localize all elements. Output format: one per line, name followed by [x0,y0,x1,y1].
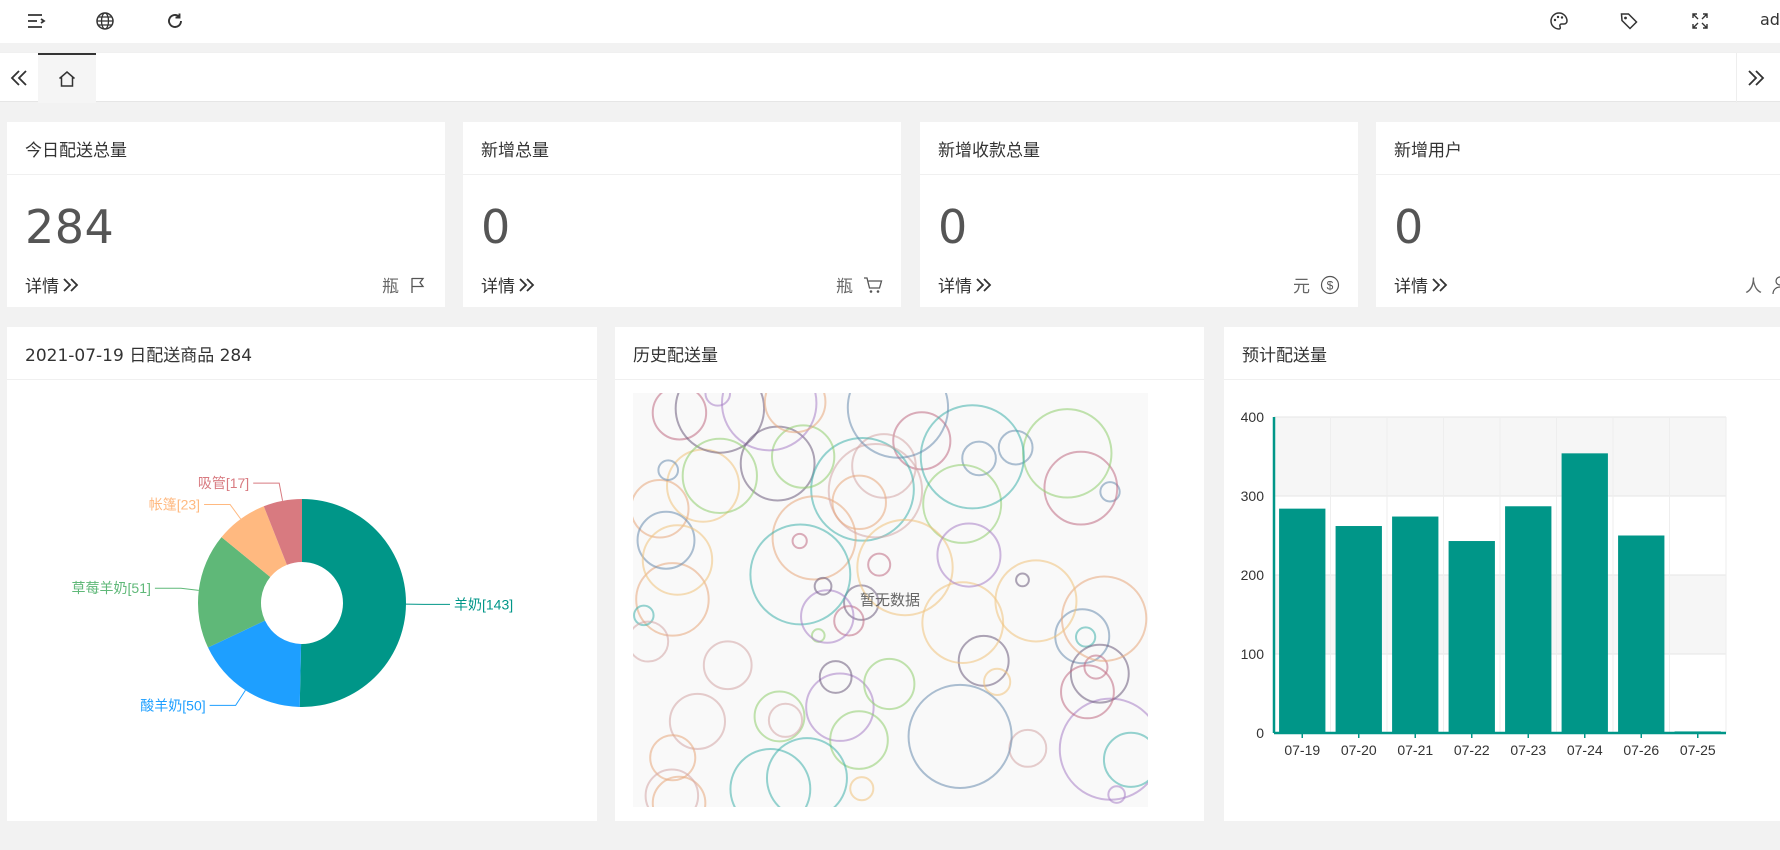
menu-icon[interactable] [23,8,49,34]
x-tick-label: 07-25 [1680,742,1716,758]
double-chevron-right-icon [976,277,992,292]
home-icon [59,71,75,87]
pie-slice-label: 酸羊奶[50] [140,697,205,713]
stat-value: 0 [938,200,968,254]
pie-slice [299,499,406,707]
pie-slice-label: 羊奶[143] [454,596,513,612]
bar [1448,541,1495,733]
empty-data-text: 暂无数据 [860,591,920,609]
panel-title: 历史配送量 [615,327,1204,380]
stat-unit: 元 $ [1293,272,1340,297]
bar-chart-body: 0 100 200 300 400 07-19 07-20 07-21 07-22 07-23 07… [1224,381,1780,821]
tab-home[interactable] [38,53,96,103]
stat-unit: 瓶 [836,272,883,297]
unit-label: 瓶 [836,277,853,297]
tabs-bar [0,52,1780,103]
y-tick-label: 100 [1241,646,1265,662]
bar [1279,508,1326,733]
y-tick-label: 200 [1241,567,1265,583]
tag-icon[interactable] [1616,8,1642,34]
palette-icon[interactable] [1546,8,1572,34]
x-tick-label: 07-23 [1510,742,1546,758]
pie-slice-label: 吸管[17] [198,475,249,491]
dollar-icon: $ [1320,275,1340,294]
details-label: 详情 [1394,277,1428,297]
globe-icon[interactable] [92,8,118,34]
card-title: 今日配送总量 [7,122,445,175]
stat-value: 0 [1394,200,1424,254]
panel-title: 2021-07-19 日配送商品 284 [7,327,597,380]
stat-card-new-total: 新增总量 0 详情 瓶 [463,122,901,307]
y-tick-label: 0 [1256,725,1264,741]
pie-slice-label: 草莓羊奶[51] [72,580,151,596]
panel-title: 预计配送量 [1224,327,1780,380]
stat-card-today-delivery: 今日配送总量 284 详情 瓶 [7,122,445,307]
double-chevron-right-icon [519,277,535,292]
history-chart-body: 暂无数据 [615,381,1204,821]
double-chevron-right-icon [63,277,79,292]
unit-label: 元 [1293,277,1310,297]
pie-chart: 羊奶[143] 酸羊奶[50] 草莓羊奶[51] 帐篷[23] 吸管[17] [72,475,514,713]
unit-label: 人 [1745,277,1762,297]
stat-value: 0 [481,200,511,254]
pie-label-line [154,587,199,591]
user-icon [1772,275,1780,294]
y-tick-label: 400 [1241,409,1265,425]
details-link[interactable]: 详情 [1394,272,1449,297]
svg-text:$: $ [1327,278,1334,292]
bar [1335,526,1382,733]
card-title: 新增用户 [1376,122,1780,175]
x-tick-label: 07-24 [1567,742,1603,758]
bar [1505,506,1552,733]
card-title: 新增收款总量 [920,122,1358,175]
top-header: ad [0,0,1780,43]
pie-chart-panel: 2021-07-19 日配送商品 284 羊奶[143] 酸羊奶[50] 草莓羊奶[… [7,327,597,821]
bar-chart: 0 100 200 300 400 07-19 07-20 07-21 07-22 07-23 07… [1241,409,1727,758]
double-chevron-right-icon [1432,277,1448,292]
pie-label-line [253,482,284,501]
stat-unit: 人 [1745,272,1780,297]
x-tick-label: 07-19 [1284,742,1320,758]
details-link[interactable]: 详情 [25,272,80,297]
stat-card-new-users: 新增用户 0 详情 人 [1376,122,1780,307]
bar [1561,453,1608,733]
pie-slice-label: 帐篷[23] [149,496,200,512]
x-tick-label: 07-22 [1454,742,1490,758]
tab-scroll-right-button[interactable] [1736,53,1774,103]
x-tick-label: 07-21 [1397,742,1433,758]
details-link[interactable]: 详情 [481,272,536,297]
double-chevron-left-icon [10,70,27,86]
refresh-icon[interactable] [162,8,188,34]
bar [1618,535,1665,733]
user-name[interactable]: ad [1760,10,1780,29]
details-label: 详情 [938,277,972,297]
x-tick-label: 07-20 [1341,742,1377,758]
details-label: 详情 [25,277,59,297]
details-link[interactable]: 详情 [938,272,993,297]
cart-icon [864,276,883,293]
card-title: 新增总量 [463,122,901,175]
flag-icon [411,277,425,293]
stat-card-new-payments: 新增收款总量 0 详情 元 $ [920,122,1358,307]
unit-label: 瓶 [382,277,399,297]
pie-label-line [209,689,246,706]
empty-data-illustration: 暂无数据 [633,393,1148,807]
details-label: 详情 [481,277,515,297]
stat-unit: 瓶 [382,272,427,297]
stat-value: 284 [25,200,115,254]
fullscreen-icon[interactable] [1687,8,1713,34]
tab-scroll-left-button[interactable] [0,53,38,103]
history-panel: 历史配送量 暂无数据 [615,327,1204,821]
y-tick-label: 300 [1241,488,1265,504]
pie-chart-body: 羊奶[143] 酸羊奶[50] 草莓羊奶[51] 帐篷[23] 吸管[17] [7,381,597,821]
x-tick-label: 07-26 [1623,742,1659,758]
double-chevron-right-icon [1747,70,1764,86]
bar-chart-panel: 预计配送量 0 100 200 300 400 07-19 07-20 07-21 07-22 0… [1224,327,1780,821]
bar [1392,516,1439,733]
pie-label-line [204,503,242,520]
